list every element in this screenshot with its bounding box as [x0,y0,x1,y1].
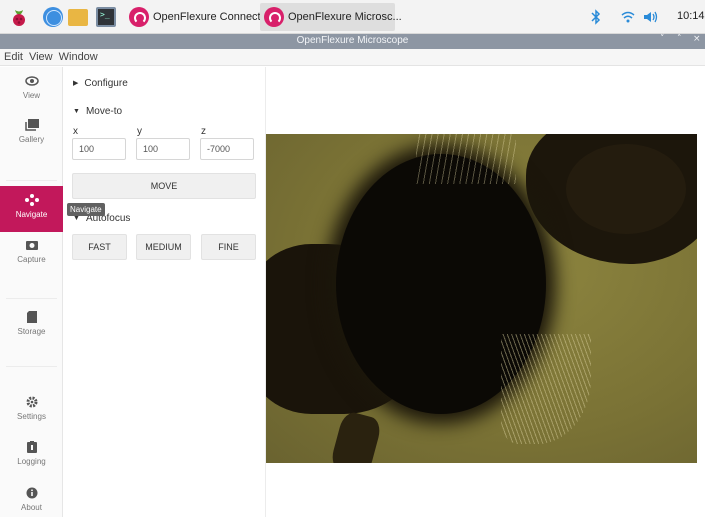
x-label: x [73,126,78,137]
autofocus-medium-button[interactable]: MEDIUM [136,234,191,260]
sidebar-item-label: Logging [17,457,46,466]
sidebar-item-label: Settings [17,412,46,421]
info-icon [26,487,37,499]
sidebar: View Gallery Navigate Capture Storage Se… [0,67,63,517]
eye-icon [24,76,39,86]
wifi-icon[interactable] [621,0,635,34]
y-label: y [137,126,142,137]
move-button[interactable]: MOVE [72,173,256,199]
autofocus-fast-button[interactable]: FAST [72,234,127,260]
navigate-tooltip: Navigate [67,203,105,216]
sidebar-item-label: Storage [17,327,46,336]
folder-icon[interactable] [68,9,88,26]
x-input[interactable]: 100 [72,138,126,160]
bluetooth-icon[interactable] [591,0,601,34]
navigate-panel: ▶ Configure ▼ Move-to x y z 100 100 -7000 … [63,67,266,517]
z-label: z [201,126,206,137]
specimen-part [566,144,686,234]
sidebar-item-label: About [21,503,42,512]
task-label: OpenFlexure Microsc... [288,11,402,23]
sidebar-item-gallery[interactable]: Gallery [0,119,63,163]
task-openflexure-microscope[interactable]: OpenFlexure Microsc... [260,3,402,31]
caret-down-icon: ▼ [73,108,80,115]
sidebar-item-storage[interactable]: Storage [0,311,63,355]
globe-icon[interactable] [43,7,63,27]
clipboard-icon [26,441,37,453]
microscope-stream[interactable] [266,134,697,463]
window-titlebar[interactable]: OpenFlexure Microscope ˅ ˄ × [0,34,705,49]
clock[interactable]: 10:14 [677,10,705,22]
menu-bar: Edit View Window [0,49,705,66]
maximize-button[interactable]: ˄ [677,34,682,44]
caret-down-icon: ▼ [73,215,80,222]
window-title: OpenFlexure Microscope [296,35,409,46]
sidebar-item-capture[interactable]: Capture [0,239,63,283]
gallery-icon [24,119,39,131]
terminal-icon[interactable] [96,7,116,27]
camera-icon [25,241,38,250]
sd-card-icon [26,311,37,323]
sidebar-item-navigate[interactable]: Navigate [0,186,63,232]
configure-toggle[interactable]: ▶ Configure [73,78,128,89]
move-to-label: Move-to [85,106,123,117]
y-input[interactable]: 100 [136,138,190,160]
sidebar-divider [6,298,57,299]
sidebar-item-label: Navigate [15,210,48,219]
configure-label: Configure [84,78,128,89]
move-to-toggle[interactable]: ▼ Move-to [73,106,122,117]
move-icon [24,194,39,206]
task-openflexure-connect[interactable]: OpenFlexure Connect [125,3,261,31]
stream-area [266,67,705,517]
sidebar-divider [6,180,57,181]
sidebar-item-logging[interactable]: Logging [0,441,63,485]
minimize-button[interactable]: ˅ [660,34,665,44]
taskbar: OpenFlexure Connect OpenFlexure Microsc.… [0,0,705,34]
menu-view[interactable]: View [29,51,53,63]
sidebar-item-about[interactable]: About [0,487,63,517]
sidebar-item-view[interactable]: View [0,75,63,119]
menu-window[interactable]: Window [59,51,98,63]
volume-icon[interactable] [643,0,659,34]
gear-icon [26,396,37,408]
close-button[interactable]: × [693,34,701,44]
sidebar-item-label: Capture [17,255,46,264]
menu-edit[interactable]: Edit [4,51,23,63]
openflexure-logo-icon [129,7,149,27]
openflexure-logo-icon [264,7,284,27]
specimen-hairs [416,134,516,184]
sidebar-item-label: Gallery [18,135,45,144]
task-label: OpenFlexure Connect [153,11,261,23]
z-input[interactable]: -7000 [200,138,254,160]
autofocus-fine-button[interactable]: FINE [201,234,256,260]
sidebar-item-settings[interactable]: Settings [0,396,63,440]
raspberry-icon[interactable] [9,7,29,27]
sidebar-divider [6,366,57,367]
sidebar-item-label: View [22,91,41,100]
caret-right-icon: ▶ [73,80,79,87]
